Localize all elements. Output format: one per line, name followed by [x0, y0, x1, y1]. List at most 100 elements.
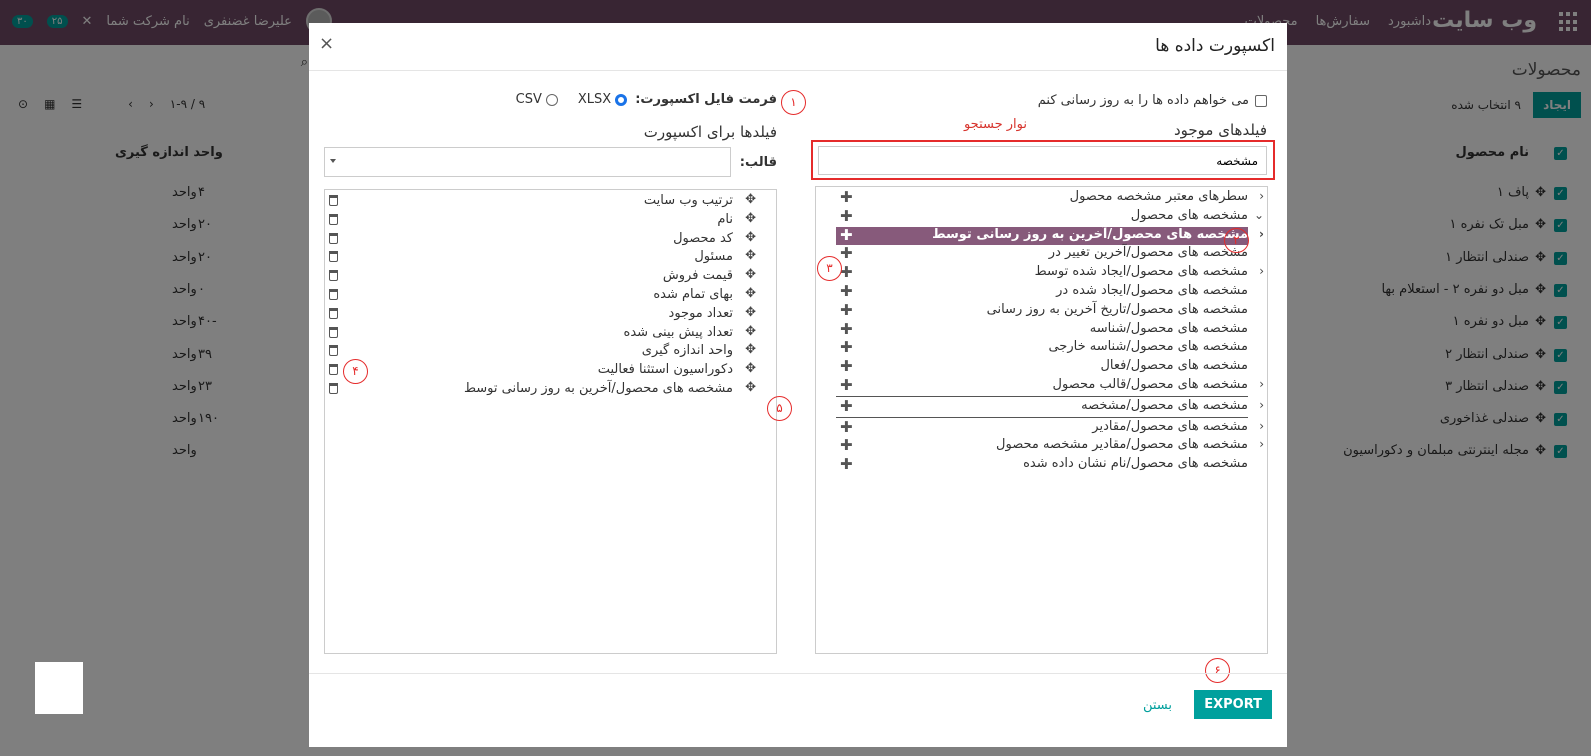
move-handle-icon[interactable]: ✥: [745, 248, 756, 263]
move-handle-icon[interactable]: ✥: [745, 230, 756, 245]
available-field-item[interactable]: مشخصه های محصول/شناسه ✚: [836, 320, 1248, 339]
field-label: مشخصه های محصول/قالب محصول: [1052, 377, 1248, 392]
move-handle-icon[interactable]: ✥: [745, 211, 756, 226]
format-xlsx-label: XLSX: [577, 92, 612, 107]
move-handle-icon[interactable]: ✥: [745, 267, 756, 282]
available-field-item[interactable]: مشخصه های محصول/مشخصه ‹ ✚: [836, 397, 1264, 416]
add-field-icon[interactable]: ✚: [840, 244, 853, 262]
trash-icon[interactable]: [329, 270, 338, 282]
add-field-icon[interactable]: ✚: [840, 376, 853, 394]
available-field-item[interactable]: مشخصه های محصول/ایجاد شده در ✚: [836, 282, 1248, 301]
add-field-icon[interactable]: ✚: [840, 418, 853, 436]
export-field-item[interactable]: ✥ قیمت فروش: [325, 267, 765, 286]
add-field-icon[interactable]: ✚: [840, 188, 853, 206]
field-label: مشخصه های محصول/ایجاد شده در: [1056, 283, 1248, 298]
expand-chevron-icon[interactable]: ‹: [1259, 227, 1264, 241]
field-label: مشخصه های محصول/تاریخ آخرین به روز رسانی: [986, 301, 1248, 317]
export-field-label: نام: [717, 211, 733, 227]
trash-icon[interactable]: [329, 251, 338, 263]
update-data-option[interactable]: می خواهم داده ها را به روز رسانی کنم: [1038, 93, 1267, 108]
update-data-checkbox[interactable]: [1255, 94, 1267, 107]
expand-chevron-icon[interactable]: ‹: [1259, 264, 1264, 278]
move-handle-icon[interactable]: ✥: [745, 305, 756, 320]
export-field-item[interactable]: ✥ تعداد پیش بینی شده: [325, 324, 765, 343]
expand-chevron-icon[interactable]: ‹: [1259, 419, 1264, 433]
export-field-item[interactable]: ✥ ترتیب وب سایت: [325, 192, 765, 211]
trash-icon[interactable]: [329, 289, 338, 300]
add-field-icon[interactable]: ✚: [840, 207, 853, 225]
close-icon[interactable]: ×: [319, 33, 334, 54]
expand-chevron-icon[interactable]: ‹: [1259, 437, 1264, 451]
close-button[interactable]: بستن: [1143, 698, 1172, 713]
add-field-icon[interactable]: ✚: [840, 436, 853, 454]
field-label: مشخصه های محصول/شناسه خارجی: [1048, 339, 1248, 355]
available-field-item[interactable]: مشخصه های محصول/ایجاد شده توسط ‹ ✚: [836, 263, 1264, 282]
move-handle-icon[interactable]: ✥: [745, 380, 756, 395]
trash-icon[interactable]: [329, 364, 338, 376]
move-handle-icon[interactable]: ✥: [745, 286, 756, 301]
move-handle-icon[interactable]: ✥: [745, 361, 756, 376]
template-label: قالب:: [739, 155, 777, 170]
export-field-item[interactable]: ✥ مسئول: [325, 248, 765, 267]
add-field-icon[interactable]: ✚: [840, 226, 853, 244]
field-label: مشخصه های محصول/مقادیر: [1092, 418, 1248, 434]
export-format-label: فرمت فایل اکسپورت:: [635, 92, 777, 107]
trash-icon[interactable]: [329, 232, 338, 244]
marker-3: ۳: [817, 256, 842, 281]
export-button[interactable]: EXPORT: [1194, 690, 1272, 719]
field-search-input[interactable]: [818, 146, 1267, 175]
available-field-item[interactable]: مشخصه های محصول/آخرین به روز رسانی توسط ‹…: [836, 226, 1264, 245]
available-field-item[interactable]: مشخصه های محصول/قالب محصول ‹ ✚: [836, 376, 1264, 395]
export-field-item[interactable]: ✥ واحد اندازه گیری: [325, 342, 765, 361]
format-csv-radio[interactable]: [545, 93, 558, 106]
export-field-item[interactable]: ✥ کد محصول: [325, 230, 765, 249]
add-field-icon[interactable]: ✚: [840, 455, 853, 473]
available-field-item[interactable]: سطرهای معتبر مشخصه محصول ‹ ✚: [836, 188, 1264, 207]
move-handle-icon[interactable]: ✥: [745, 342, 756, 357]
available-field-item[interactable]: مشخصه های محصول/فعال ✚: [836, 357, 1248, 376]
format-option-xlsx[interactable]: XLSX: [577, 92, 628, 107]
dialog-title: اکسپورت داده ها: [1155, 36, 1275, 56]
trash-icon[interactable]: [329, 195, 338, 206]
chevron-down-icon: [330, 159, 336, 163]
field-label: مشخصه های محصول/شناسه: [1089, 320, 1248, 336]
expand-chevron-icon[interactable]: ⌄: [1254, 208, 1264, 222]
trash-icon[interactable]: [329, 307, 338, 319]
export-field-item[interactable]: ✥ نام: [325, 211, 765, 230]
add-field-icon[interactable]: ✚: [840, 282, 853, 300]
format-xlsx-radio[interactable]: [615, 93, 628, 106]
trash-icon[interactable]: [329, 345, 338, 357]
field-label: مشخصه های محصول: [1130, 207, 1248, 223]
add-field-icon[interactable]: ✚: [840, 397, 853, 415]
search-highlight-frame: [811, 140, 1275, 180]
field-label: سطرهای معتبر مشخصه محصول: [1069, 189, 1248, 204]
expand-chevron-icon[interactable]: ‹: [1259, 377, 1264, 391]
template-select[interactable]: [324, 147, 731, 177]
add-field-icon[interactable]: ✚: [840, 338, 853, 356]
export-field-item[interactable]: ✥ دکوراسیون استثنا فعالیت: [325, 361, 765, 380]
export-field-item[interactable]: ✥ مشخصه های محصول/آخرین به روز رسانی توسط: [325, 380, 765, 399]
export-field-item[interactable]: ✥ تعداد موجود: [325, 305, 765, 324]
add-field-icon[interactable]: ✚: [840, 301, 853, 319]
marker-5: ۵: [767, 396, 792, 421]
available-field-item[interactable]: مشخصه های محصول/مقادیر ‹ ✚: [836, 418, 1264, 437]
watermark-logo: [35, 662, 83, 714]
format-option-csv[interactable]: CSV: [516, 92, 558, 107]
trash-icon[interactable]: [329, 383, 338, 394]
available-field-item[interactable]: مشخصه های محصول ⌄ ✚: [836, 207, 1264, 226]
available-field-item[interactable]: مشخصه های محصول/مقادیر مشخصه محصول ‹ ✚: [836, 436, 1264, 455]
available-field-item[interactable]: مشخصه های محصول/تاریخ آخرین به روز رسانی…: [836, 301, 1248, 320]
trash-icon[interactable]: [329, 213, 338, 225]
expand-chevron-icon[interactable]: ‹: [1259, 189, 1264, 203]
expand-chevron-icon[interactable]: ‹: [1259, 398, 1264, 412]
export-field-item[interactable]: ✥ بهای تمام شده: [325, 286, 765, 305]
add-field-icon[interactable]: ✚: [840, 320, 853, 338]
trash-icon[interactable]: [329, 326, 338, 338]
divider: [836, 395, 1248, 397]
move-handle-icon[interactable]: ✥: [745, 324, 756, 339]
available-field-item[interactable]: مشخصه های محصول/شناسه خارجی ✚: [836, 338, 1248, 357]
available-field-item[interactable]: مشخصه های محصول/نام نشان داده شده ✚: [836, 455, 1248, 474]
move-handle-icon[interactable]: ✥: [745, 192, 756, 207]
available-field-item[interactable]: مشخصه های محصول/آخرین تغییر در ✚: [836, 244, 1248, 263]
add-field-icon[interactable]: ✚: [840, 357, 853, 375]
